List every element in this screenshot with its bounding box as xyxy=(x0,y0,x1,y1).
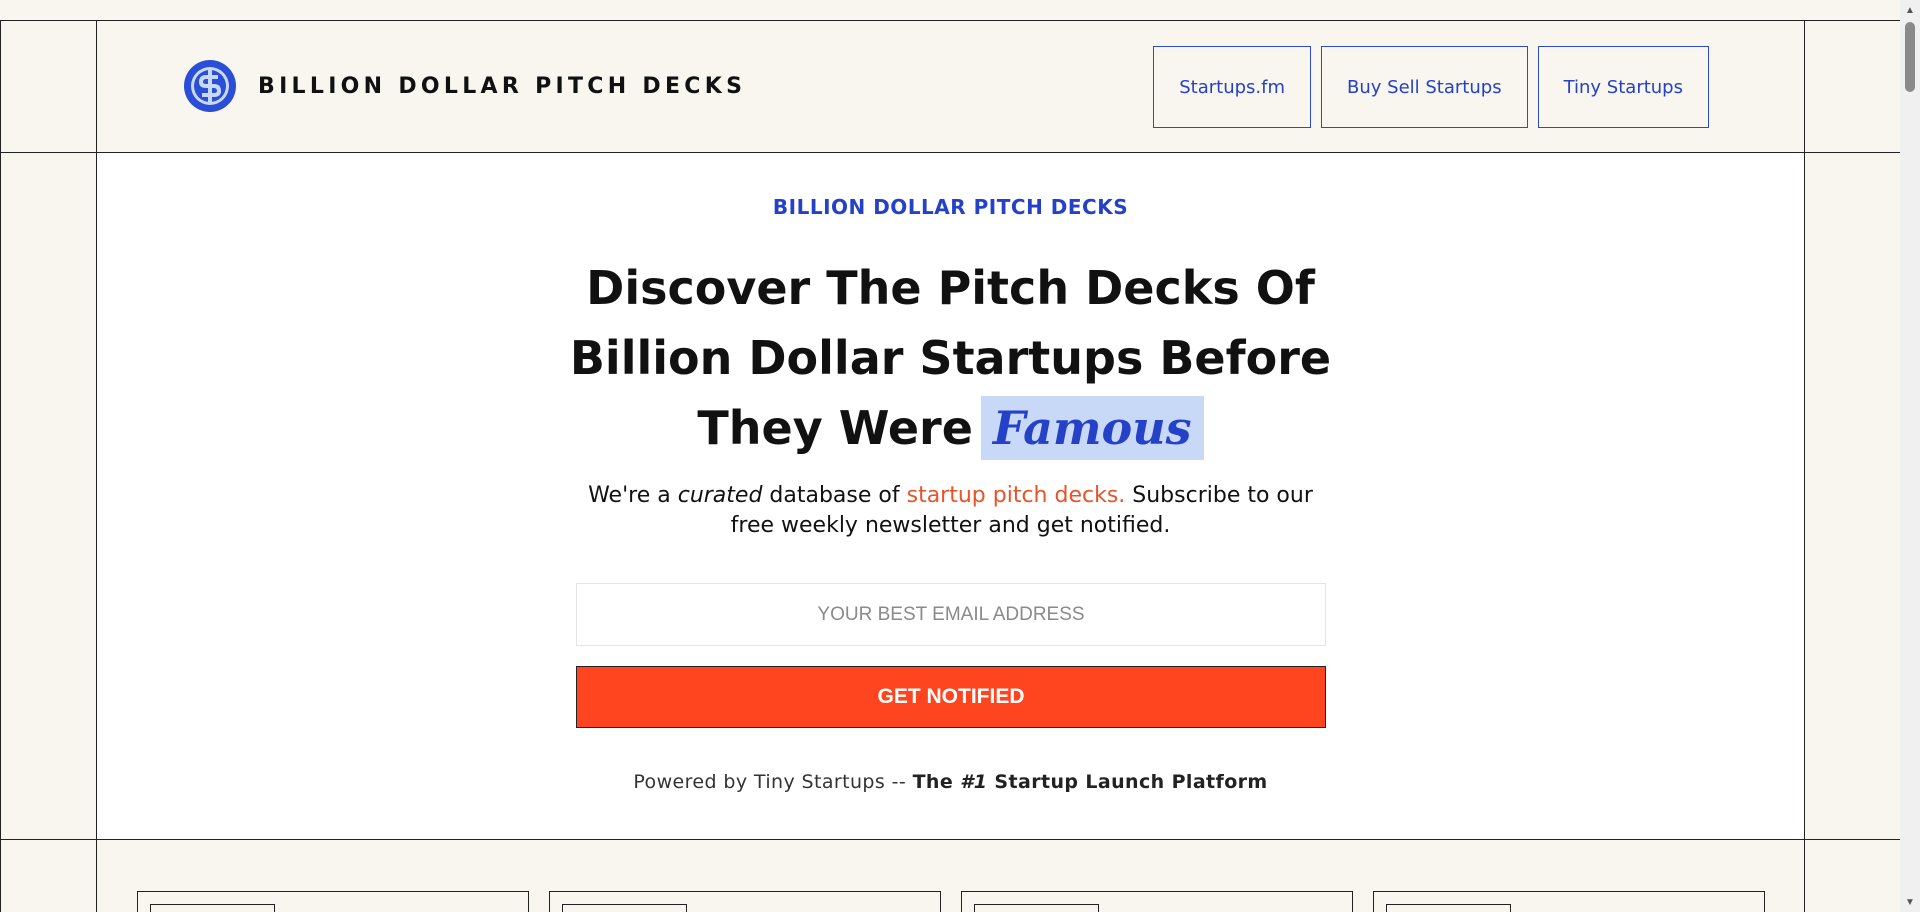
deck-cards-row xyxy=(137,891,1765,912)
powered-by-text: Powered by Tiny Startups -- The #1 Start… xyxy=(97,771,1804,793)
nav-link-startups-fm[interactable]: Startups.fm xyxy=(1153,46,1312,128)
subtitle-line-2: free weekly newsletter and get notified. xyxy=(730,513,1171,538)
subtitle-text: database of xyxy=(762,483,907,508)
hero-subtitle: We're a curated database of startup pitc… xyxy=(97,481,1804,541)
headline-line-1: Discover The Pitch Decks Of xyxy=(586,261,1315,315)
nav-link-tiny-startups[interactable]: Tiny Startups xyxy=(1537,46,1709,128)
subtitle-text: We're a xyxy=(588,483,678,508)
deck-card-tag xyxy=(150,904,275,912)
top-nav: Startups.fm Buy Sell Startups Tiny Start… xyxy=(1153,46,1709,128)
subtitle-italic: curated xyxy=(677,483,763,508)
scroll-thumb[interactable] xyxy=(1905,22,1915,92)
deck-card-tag xyxy=(974,904,1099,912)
powered-tagline-part: Startup Launch Platform xyxy=(987,771,1268,793)
deck-card-tag xyxy=(562,904,687,912)
nav-link-buy-sell-startups[interactable]: Buy Sell Startups xyxy=(1321,46,1528,128)
email-input[interactable] xyxy=(576,583,1326,646)
hero-eyebrow: BILLION DOLLAR PITCH DECKS xyxy=(772,195,1129,219)
deck-card[interactable] xyxy=(961,891,1353,912)
get-notified-button[interactable]: GET NOTIFIED xyxy=(576,666,1326,728)
frame-line-hero-bottom xyxy=(0,839,1900,840)
scroll-up-arrow-icon[interactable]: ▲ xyxy=(1900,0,1920,20)
headline-highlight: Famous xyxy=(980,396,1204,460)
deck-card-tag xyxy=(1386,904,1511,912)
page-scrollbar[interactable]: ▲ ▼ xyxy=(1900,0,1920,912)
scroll-down-arrow-icon[interactable]: ▼ xyxy=(1900,892,1920,912)
deck-card[interactable] xyxy=(137,891,529,912)
hero-headline: Discover The Pitch Decks Of Billion Doll… xyxy=(97,253,1804,463)
hero-section: BILLION DOLLAR PITCH DECKS Discover The … xyxy=(97,153,1804,839)
brand-name: BILLION DOLLAR PITCH DECKS xyxy=(258,73,747,99)
dollar-coin-icon xyxy=(184,60,236,112)
site-header: BILLION DOLLAR PITCH DECKS Startups.fm B… xyxy=(97,21,1804,152)
powered-tagline-part: The xyxy=(912,771,961,793)
frame-line-right xyxy=(1804,20,1805,912)
pitch-decks-link[interactable]: startup pitch decks. xyxy=(907,483,1126,508)
deck-card[interactable] xyxy=(1373,891,1765,912)
headline-line-3: They Were xyxy=(697,401,973,455)
deck-card[interactable] xyxy=(549,891,941,912)
powered-tagline-italic: #1 xyxy=(960,771,988,793)
powered-prefix: Powered by Tiny Startups -- xyxy=(633,771,913,793)
powered-tagline: The #1 Startup Launch Platform xyxy=(913,771,1268,793)
headline-line-2: Billion Dollar Startups Before xyxy=(569,331,1332,385)
subtitle-text: Subscribe to our xyxy=(1125,483,1313,508)
home-logo-link[interactable]: BILLION DOLLAR PITCH DECKS xyxy=(182,58,746,114)
